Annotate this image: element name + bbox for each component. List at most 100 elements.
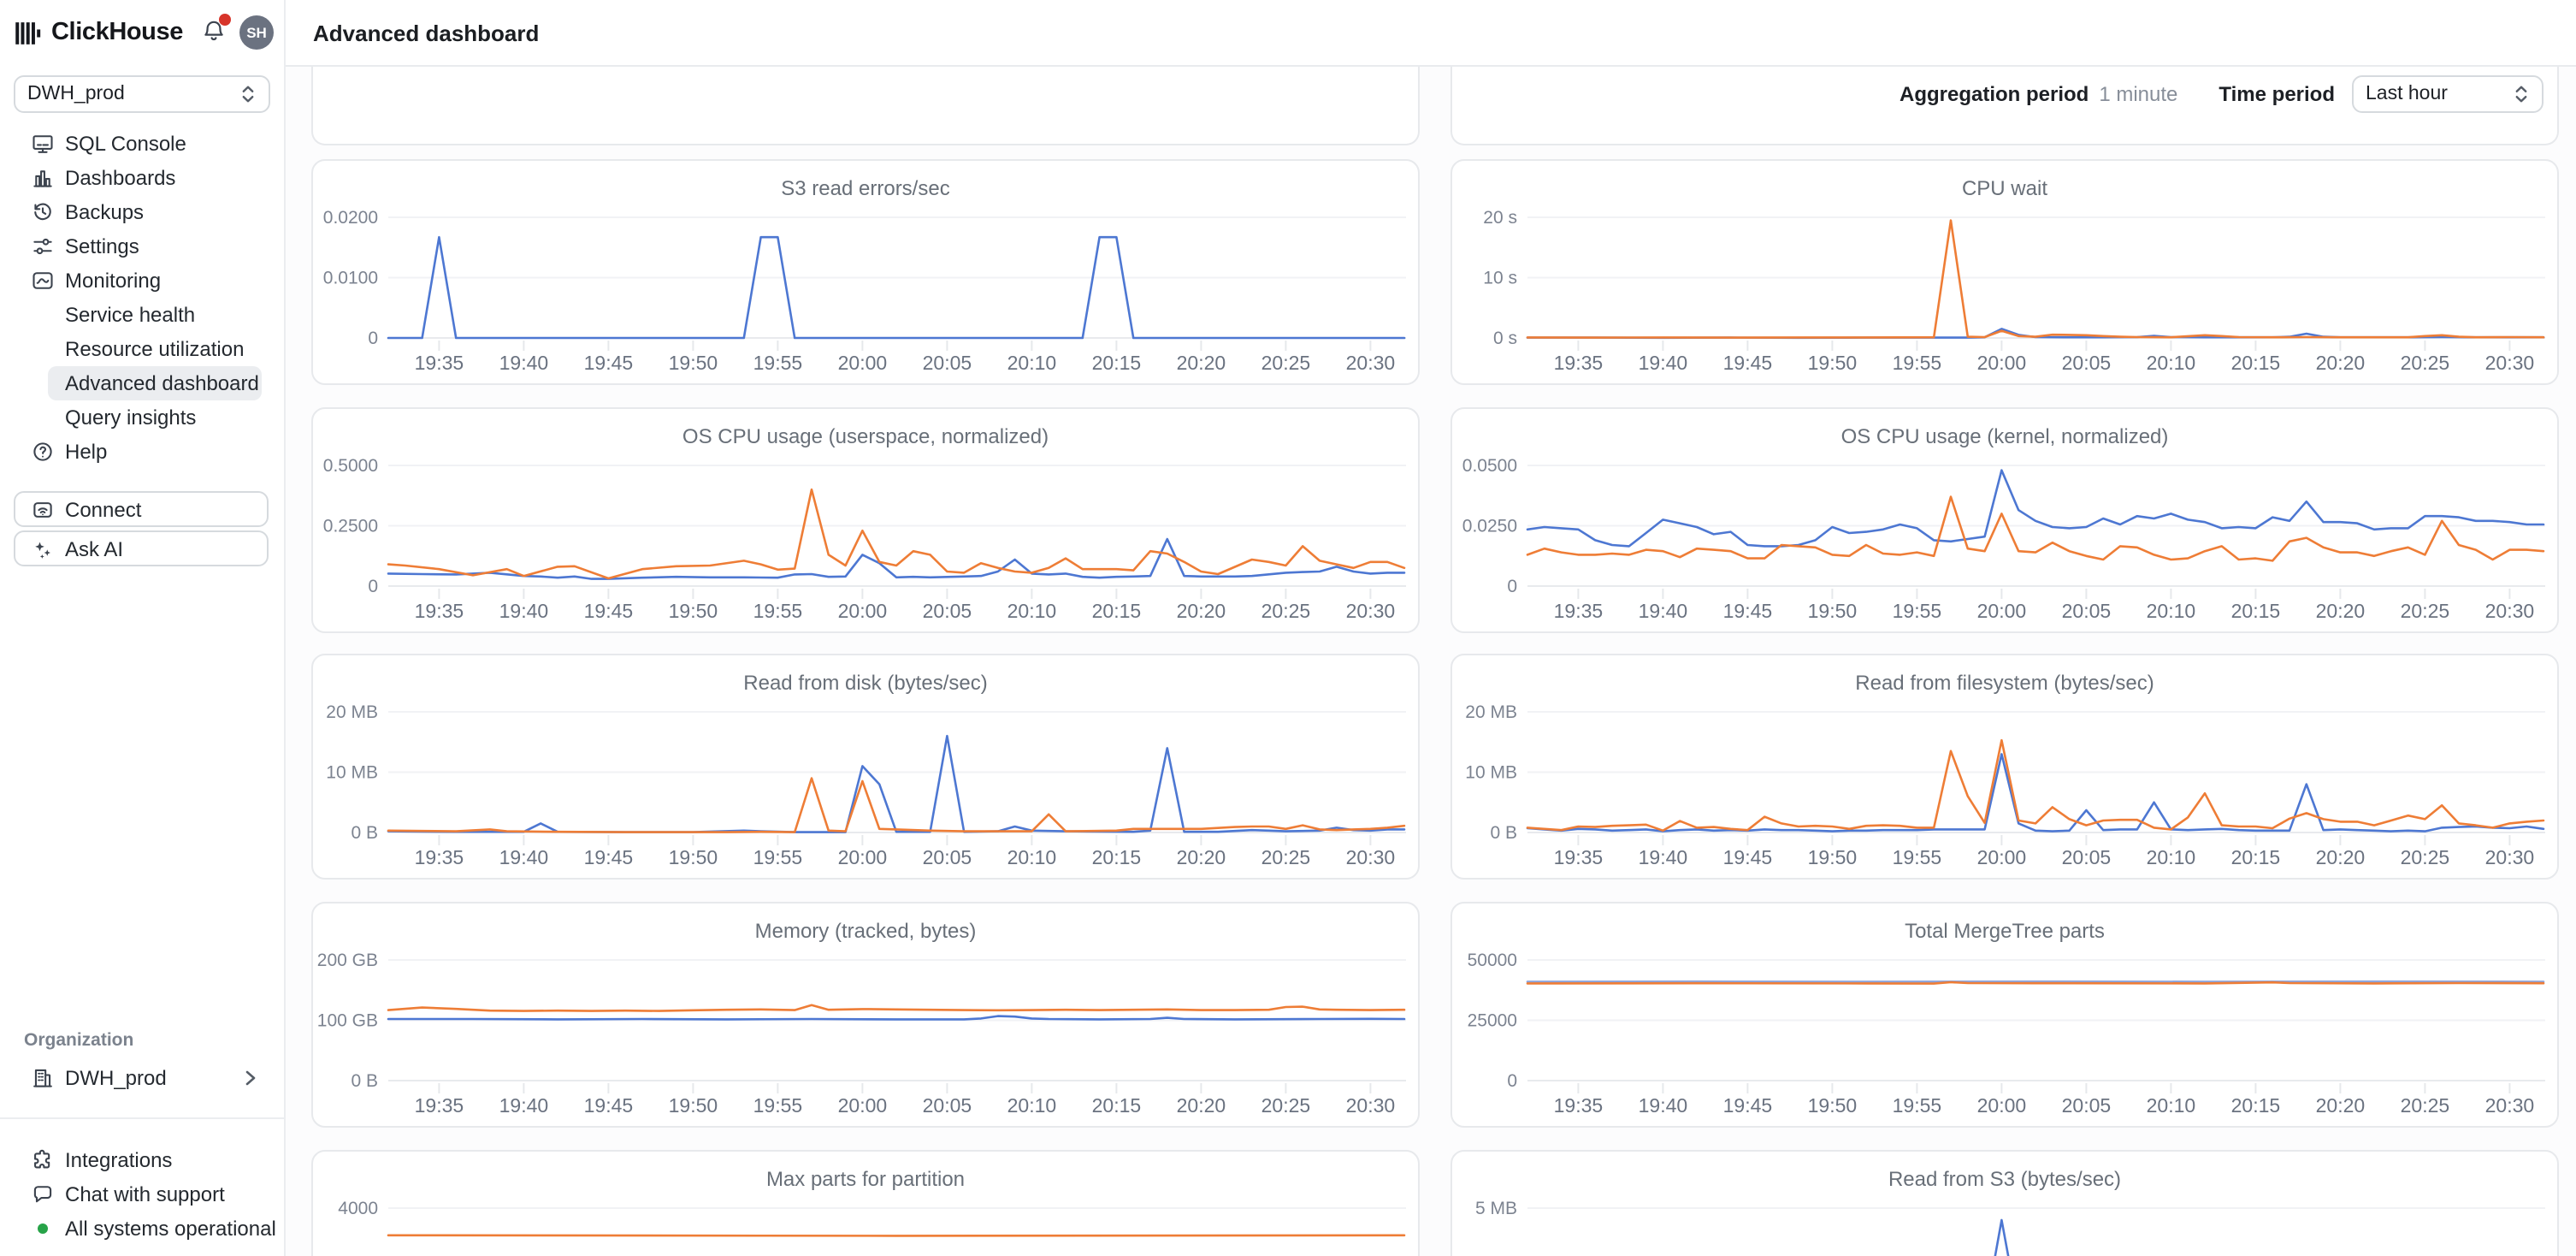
chart-canvas: 0.05000.0250019:3519:4019:4519:5019:5520… <box>1452 409 2561 635</box>
x-axis-tick-label: 19:45 <box>1723 352 1773 374</box>
y-axis-tick-label: 0.0200 <box>323 208 378 228</box>
x-axis-tick-label: 20:15 <box>1092 846 1142 868</box>
sidebar-item-label: Query insights <box>65 406 196 430</box>
chart-canvas: 40002000019:3519:4019:4519:5019:5520:002… <box>313 1152 1421 1256</box>
x-axis-tick-label: 20:10 <box>2147 846 2196 868</box>
notifications-bell[interactable] <box>200 17 227 48</box>
x-axis-tick-label: 19:40 <box>499 846 549 868</box>
sidebar-item-help[interactable]: Help <box>0 435 284 469</box>
organization-heading: Organization <box>24 1030 133 1051</box>
x-axis-tick-label: 19:40 <box>499 600 549 622</box>
sidebar: ClickHouse SH DWH_prod <box>0 0 286 1256</box>
y-axis-tick-label: 0.2500 <box>323 517 378 536</box>
sidebar-item-dashboards[interactable]: Dashboards <box>0 161 284 195</box>
x-axis-tick-label: 20:05 <box>2062 1094 2112 1117</box>
sidebar-item-advanced-dashboard[interactable]: Advanced dashboard <box>48 366 262 400</box>
chart-canvas: 20 s10 s0 s19:3519:4019:4519:5019:5520:0… <box>1452 161 2561 387</box>
x-axis-tick-label: 20:15 <box>1092 600 1142 622</box>
chart-card: S3 read errors/sec0.02000.0100019:3519:4… <box>311 159 1420 385</box>
chevron-right-icon <box>239 1066 260 1090</box>
service-selector[interactable]: DWH_prod <box>14 75 270 113</box>
service-selector-value: DWH_prod <box>27 84 239 104</box>
sidebar-item-label: Dashboards <box>65 166 175 190</box>
connect-icon <box>31 497 55 521</box>
chart-canvas: 0.02000.0100019:3519:4019:4519:5019:5520… <box>313 161 1421 387</box>
avatar[interactable]: SH <box>239 15 274 50</box>
sidebar-item-monitoring[interactable]: Monitoring <box>0 264 284 298</box>
system-status[interactable]: All systems operational <box>0 1212 284 1246</box>
chart-canvas: 5 MB2.5 MB0 B19:3519:4019:4519:5019:5520… <box>1452 1152 2561 1256</box>
y-axis-tick-label: 0 <box>1507 1071 1517 1091</box>
page-title: Advanced dashboard <box>313 0 539 67</box>
integrations-icon <box>31 1148 55 1172</box>
y-axis-tick-label: 0.0100 <box>323 269 378 288</box>
x-axis-tick-label: 19:35 <box>415 352 464 374</box>
y-axis-tick-label: 0.0500 <box>1462 456 1517 476</box>
sidebar-item-query-insights[interactable]: Query insights <box>0 400 284 435</box>
x-axis-tick-label: 20:10 <box>1007 600 1057 622</box>
chart-series-orange <box>1527 740 2544 831</box>
x-axis-tick-label: 20:25 <box>2401 352 2450 374</box>
x-axis-tick-label: 20:30 <box>2485 600 2535 622</box>
x-axis-tick-label: 19:45 <box>1723 1094 1773 1117</box>
chart-series-orange <box>1527 982 2544 984</box>
x-axis-tick-label: 20:00 <box>838 1094 888 1117</box>
y-axis-tick-label: 10 MB <box>1465 763 1517 783</box>
x-axis-tick-label: 19:40 <box>499 1094 549 1117</box>
x-axis-tick-label: 19:50 <box>669 352 718 374</box>
x-axis-tick-label: 20:05 <box>923 1094 972 1117</box>
chart-series-blue <box>388 736 1404 832</box>
x-axis-tick-label: 19:45 <box>584 600 634 622</box>
aggregation-period-label: Aggregation period <box>1900 82 2089 106</box>
y-axis-tick-label: 10 MB <box>326 763 378 783</box>
sidebar-item-settings[interactable]: Settings <box>0 229 284 264</box>
y-axis-tick-label: 50000 <box>1468 951 1517 970</box>
y-axis-tick-label: 5 MB <box>1475 1199 1517 1218</box>
x-axis-tick-label: 19:50 <box>1808 1094 1858 1117</box>
x-axis-tick-label: 19:35 <box>415 600 464 622</box>
sidebar-item-chat-support[interactable]: Chat with support <box>0 1177 284 1212</box>
time-period-select[interactable]: Last hour <box>2352 75 2544 113</box>
sidebar-item-backups[interactable]: Backups <box>0 195 284 229</box>
chart-card: OS CPU usage (userspace, normalized)0.50… <box>311 407 1420 633</box>
x-axis-tick-label: 20:25 <box>1261 600 1311 622</box>
organization-item[interactable]: DWH_prod <box>0 1061 284 1095</box>
x-axis-tick-label: 20:30 <box>1346 600 1396 622</box>
x-axis-tick-label: 20:15 <box>2231 352 2281 374</box>
ask-ai-button[interactable]: Ask AI <box>14 530 269 566</box>
y-axis-tick-label: 0 <box>1507 577 1517 596</box>
sql-console-icon <box>31 132 55 156</box>
x-axis-tick-label: 20:00 <box>1977 352 2027 374</box>
dashboard-content: Aggregation period 1 minute Time period … <box>286 67 2576 1256</box>
y-axis-tick-label: 0.5000 <box>323 456 378 476</box>
y-axis-tick-label: 0 B <box>351 1071 378 1091</box>
x-axis-tick-label: 19:50 <box>1808 352 1858 374</box>
chart-series-blue <box>388 237 1404 338</box>
backups-icon <box>31 200 55 224</box>
x-axis-tick-label: 20:25 <box>1261 352 1311 374</box>
x-axis-tick-label: 20:10 <box>1007 846 1057 868</box>
sidebar-item-sql-console[interactable]: SQL Console <box>0 127 284 161</box>
sidebar-item-label: Backups <box>65 200 144 224</box>
clickhouse-logo[interactable]: ClickHouse <box>14 14 183 51</box>
x-axis-tick-label: 20:20 <box>2316 352 2366 374</box>
x-axis-tick-label: 20:05 <box>2062 352 2112 374</box>
sidebar-item-label: Monitoring <box>65 269 161 293</box>
sidebar-item-label: Settings <box>65 234 139 258</box>
sidebar-item-resource-utilization[interactable]: Resource utilization <box>0 332 284 366</box>
x-axis-tick-label: 20:20 <box>2316 846 2366 868</box>
x-axis-tick-label: 20:00 <box>1977 1094 2027 1117</box>
connect-button[interactable]: Connect <box>14 491 269 527</box>
x-axis-tick-label: 20:15 <box>1092 352 1142 374</box>
y-axis-tick-label: 10 s <box>1483 269 1517 288</box>
sidebar-item-service-health[interactable]: Service health <box>0 298 284 332</box>
sidebar-item-label: Service health <box>65 303 195 327</box>
x-axis-tick-label: 19:40 <box>499 352 549 374</box>
brand-name: ClickHouse <box>51 19 183 46</box>
sidebar-item-integrations[interactable]: Integrations <box>0 1143 284 1177</box>
y-axis-tick-label: 0 B <box>351 823 378 843</box>
x-axis-tick-label: 19:55 <box>1893 600 1942 622</box>
chevron-updown-icon <box>2513 84 2530 104</box>
time-period-label: Time period <box>2219 82 2335 106</box>
chart-canvas: 20 MB10 MB0 B19:3519:4019:4519:5019:5520… <box>1452 655 2561 881</box>
